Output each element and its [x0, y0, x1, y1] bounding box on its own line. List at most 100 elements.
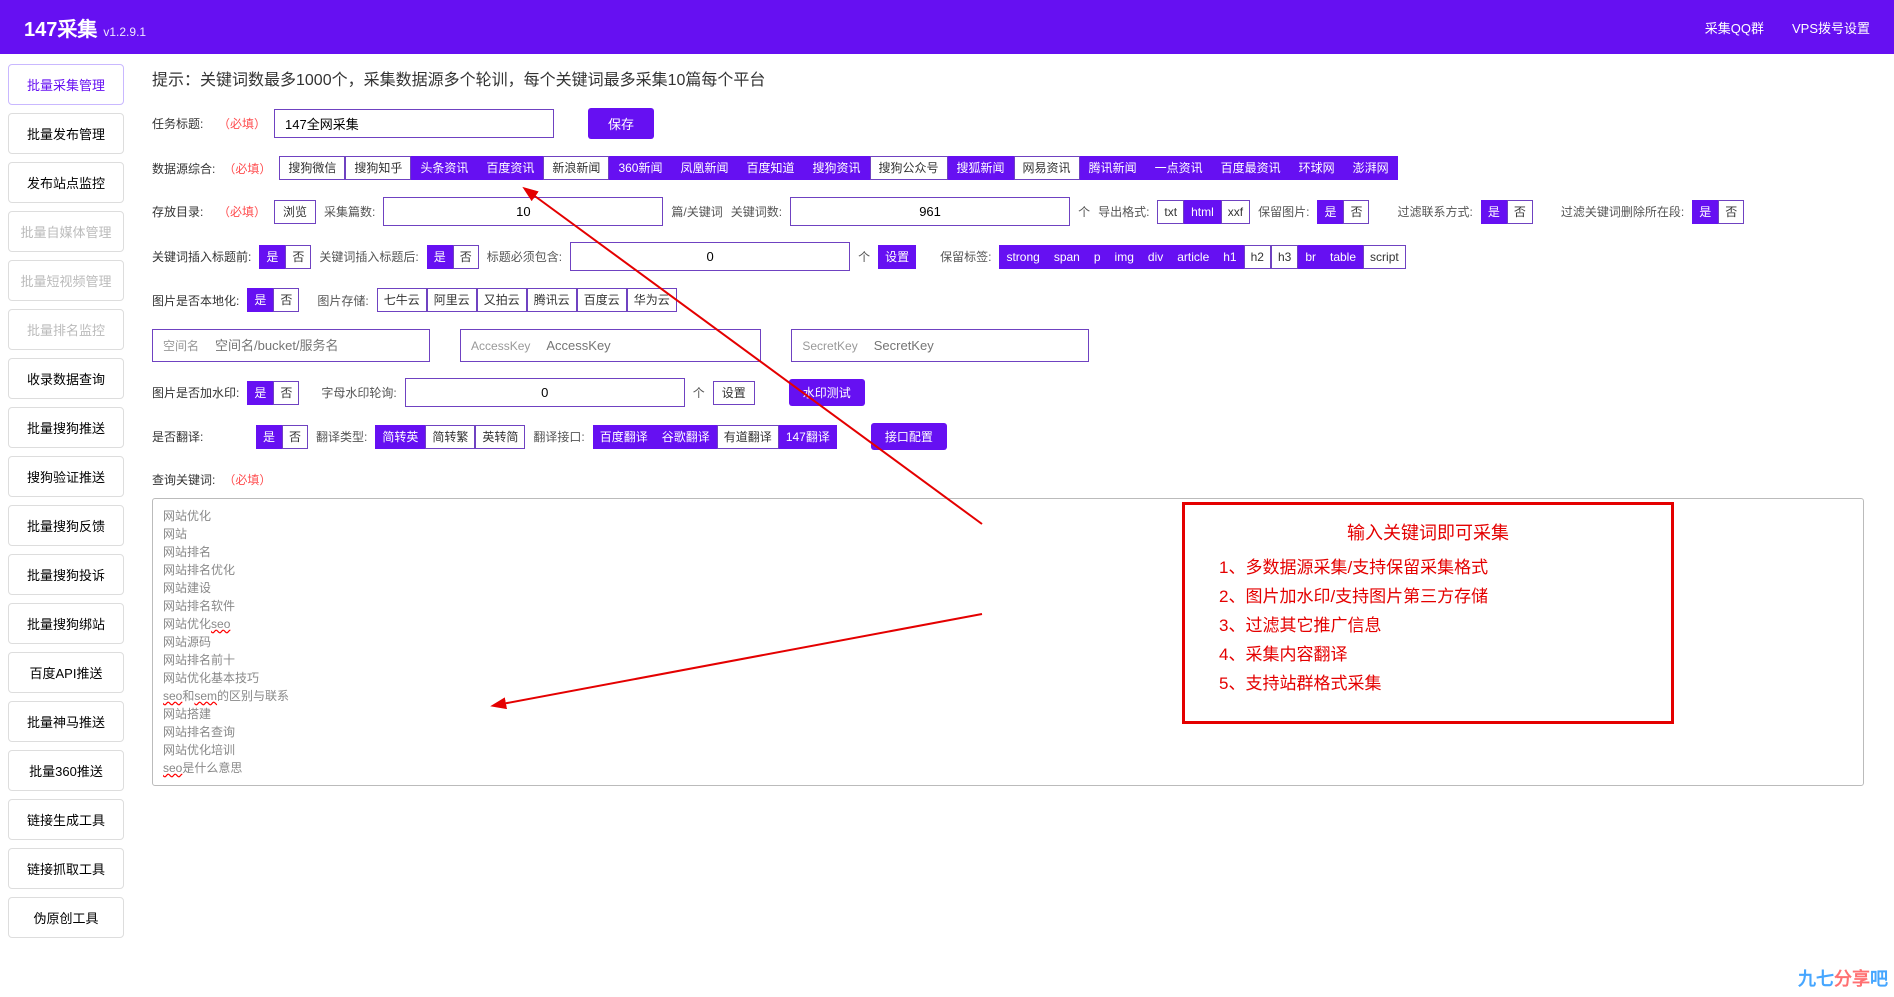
filter-kw-delete-option[interactable]: 否: [1718, 200, 1744, 224]
source-option[interactable]: 搜狐新闻: [948, 156, 1014, 180]
export-format-option[interactable]: xxf: [1221, 200, 1250, 224]
wm-rotate-input[interactable]: [405, 378, 685, 407]
translate-option[interactable]: 是: [256, 425, 282, 449]
keep-tag-option[interactable]: span: [1047, 245, 1087, 269]
row-save-settings: 存放目录: （必填） 浏览 采集篇数: 篇/关键词 关键词数: 个 导出格式: …: [152, 197, 1874, 226]
sidebar-item[interactable]: 批量搜狗推送: [8, 407, 124, 448]
source-option[interactable]: 网易资讯: [1014, 156, 1080, 180]
sidebar-item[interactable]: 批量搜狗绑站: [8, 603, 124, 644]
translate-type-option[interactable]: 英转简: [475, 425, 525, 449]
keep-tag-option[interactable]: article: [1170, 245, 1216, 269]
source-option[interactable]: 澎湃网: [1344, 156, 1398, 180]
keep-tag-option[interactable]: h2: [1244, 245, 1271, 269]
filter-contact-option[interactable]: 是: [1481, 200, 1507, 224]
source-option[interactable]: 百度知道: [737, 156, 803, 180]
img-store-option[interactable]: 腾讯云: [527, 288, 577, 312]
keep-tag-option[interactable]: h3: [1271, 245, 1298, 269]
label-translate: 是否翻译:: [152, 428, 210, 445]
sidebar-item[interactable]: 批量采集管理: [8, 64, 124, 105]
sidebar-item[interactable]: 链接抓取工具: [8, 848, 124, 889]
export-format-option[interactable]: html: [1184, 200, 1221, 224]
sidebar-item[interactable]: 百度API推送: [8, 652, 124, 693]
save-button[interactable]: 保存: [588, 108, 654, 139]
sidebar-item[interactable]: 批量360推送: [8, 750, 124, 791]
source-option[interactable]: 头条资讯: [411, 156, 477, 180]
header-link-qq[interactable]: 采集QQ群: [1705, 18, 1764, 37]
secret-key-input[interactable]: [868, 330, 1088, 361]
wm-set-button[interactable]: 设置: [713, 381, 755, 405]
filter-kw-delete-option[interactable]: 是: [1692, 200, 1718, 224]
wm-test-button[interactable]: 水印测试: [789, 379, 865, 406]
watermark-option[interactable]: 否: [273, 381, 299, 405]
source-option[interactable]: 搜狗资讯: [804, 156, 870, 180]
translate-api-option[interactable]: 有道翻译: [717, 425, 779, 449]
source-option[interactable]: 搜狗公众号: [870, 156, 948, 180]
insert-after-option[interactable]: 是: [427, 245, 453, 269]
source-option[interactable]: 新浪新闻: [543, 156, 609, 180]
img-store-option[interactable]: 百度云: [577, 288, 627, 312]
translate-type-option[interactable]: 简转英: [375, 425, 425, 449]
source-option[interactable]: 360新闻: [609, 156, 671, 180]
kw-count-input[interactable]: [790, 197, 1070, 226]
brand-name: 147采集: [24, 13, 97, 42]
filter-contact-option[interactable]: 否: [1507, 200, 1533, 224]
task-title-input[interactable]: [274, 109, 554, 138]
sidebar-item[interactable]: 批量搜狗反馈: [8, 505, 124, 546]
translate-type-option[interactable]: 简转繁: [425, 425, 475, 449]
row-query-label: 查询关键词: （必填）: [152, 466, 1874, 492]
keep-tag-option[interactable]: script: [1363, 245, 1406, 269]
sidebar-item[interactable]: 搜狗验证推送: [8, 456, 124, 497]
keep-img-option[interactable]: 是: [1317, 200, 1343, 224]
keep-img-option[interactable]: 否: [1343, 200, 1369, 224]
source-option[interactable]: 凤凰新闻: [671, 156, 737, 180]
browse-button[interactable]: 浏览: [274, 200, 316, 224]
img-store-option[interactable]: 华为云: [627, 288, 677, 312]
img-local-option[interactable]: 是: [247, 288, 273, 312]
translate-api-option[interactable]: 百度翻译: [593, 425, 655, 449]
sidebar-item[interactable]: 收录数据查询: [8, 358, 124, 399]
keep-tag-option[interactable]: p: [1087, 245, 1108, 269]
keywords-textarea[interactable]: 网站优化网站网站排名网站排名优化网站建设网站排名软件网站优化seo网站源码网站排…: [152, 498, 1864, 786]
img-store-option[interactable]: 七牛云: [377, 288, 427, 312]
keep-tag-option[interactable]: br: [1298, 245, 1323, 269]
img-store-option[interactable]: 阿里云: [427, 288, 477, 312]
source-option[interactable]: 百度资讯: [477, 156, 543, 180]
insert-after-option[interactable]: 否: [453, 245, 479, 269]
source-option[interactable]: 搜狗知乎: [345, 156, 411, 180]
source-option[interactable]: 一点资讯: [1146, 156, 1212, 180]
translate-option[interactable]: 否: [282, 425, 308, 449]
collect-count-input[interactable]: [383, 197, 663, 226]
source-option[interactable]: 腾讯新闻: [1080, 156, 1146, 180]
insert-before-option[interactable]: 是: [259, 245, 285, 269]
header-link-vps[interactable]: VPS拨号设置: [1792, 18, 1870, 37]
row-img-local: 图片是否本地化: 是否 图片存储: 七牛云阿里云又拍云腾讯云百度云华为云: [152, 287, 1874, 313]
img-store-option[interactable]: 又拍云: [477, 288, 527, 312]
watermark-option[interactable]: 是: [247, 381, 273, 405]
space-name-input[interactable]: [209, 330, 429, 361]
sidebar-item[interactable]: 链接生成工具: [8, 799, 124, 840]
img-local-option[interactable]: 否: [273, 288, 299, 312]
keep-tag-option[interactable]: table: [1323, 245, 1363, 269]
sidebar-item[interactable]: 批量发布管理: [8, 113, 124, 154]
insert-before-option[interactable]: 否: [285, 245, 311, 269]
translate-api-option[interactable]: 147翻译: [779, 425, 837, 449]
sidebar-item[interactable]: 发布站点监控: [8, 162, 124, 203]
sidebar-item[interactable]: 伪原创工具: [8, 897, 124, 938]
export-format-option[interactable]: txt: [1157, 200, 1184, 224]
title-must-input[interactable]: [570, 242, 850, 271]
field-space-name: 空间名: [152, 329, 430, 362]
source-option[interactable]: 环球网: [1290, 156, 1344, 180]
keep-tag-option[interactable]: img: [1108, 245, 1141, 269]
required-marker: （必填）: [218, 203, 266, 220]
sidebar-item[interactable]: 批量神马推送: [8, 701, 124, 742]
source-option[interactable]: 搜狗微信: [279, 156, 345, 180]
title-must-set-button[interactable]: 设置: [878, 245, 916, 269]
access-key-input[interactable]: [540, 330, 760, 361]
keep-tag-option[interactable]: h1: [1216, 245, 1243, 269]
source-option[interactable]: 百度最资讯: [1212, 156, 1290, 180]
api-config-button[interactable]: 接口配置: [871, 423, 947, 450]
sidebar-item[interactable]: 批量搜狗投诉: [8, 554, 124, 595]
keep-tag-option[interactable]: div: [1141, 245, 1170, 269]
translate-api-option[interactable]: 谷歌翻译: [655, 425, 717, 449]
keep-tag-option[interactable]: strong: [999, 245, 1046, 269]
